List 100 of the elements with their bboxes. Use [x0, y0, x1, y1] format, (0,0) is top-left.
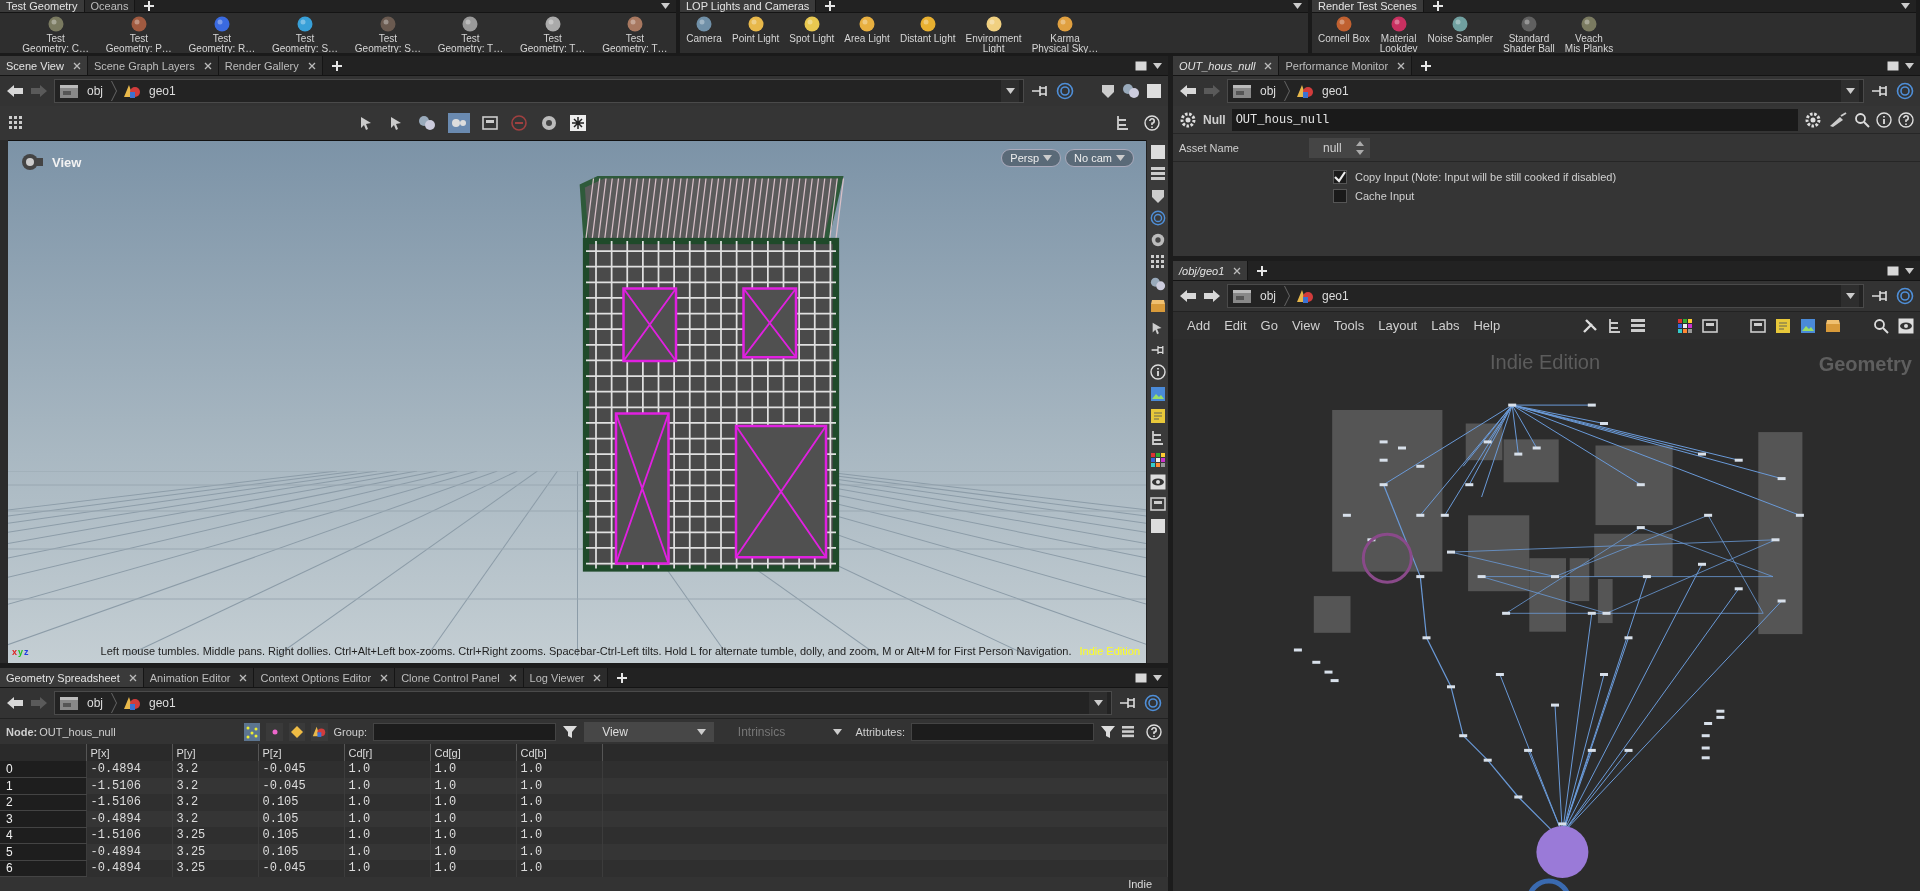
close-icon[interactable] — [72, 61, 81, 70]
vertices-toggle[interactable] — [266, 722, 283, 741]
plus-icon[interactable] — [1256, 264, 1269, 277]
path-crumb[interactable]: geo1 — [147, 696, 178, 710]
shelf-tool[interactable]: Standard Shader Ball — [1501, 15, 1557, 53]
maximize-icon[interactable] — [1887, 265, 1899, 276]
menu-item[interactable]: Add — [1187, 318, 1211, 333]
list-icon[interactable] — [1122, 724, 1135, 739]
tree-icon[interactable] — [1116, 115, 1130, 131]
view-dropdown[interactable]: View — [584, 721, 714, 742]
attributes-field[interactable] — [911, 722, 1095, 741]
target-icon[interactable] — [1896, 287, 1914, 305]
path-crumb[interactable]: obj — [85, 84, 105, 98]
spheres-icon[interactable] — [1122, 83, 1140, 99]
wrench-icon[interactable] — [1581, 316, 1599, 335]
filter-icon[interactable] — [562, 723, 579, 740]
help-icon[interactable] — [1898, 111, 1914, 128]
camera-menu-button[interactable]: No cam — [1065, 149, 1134, 167]
column-header[interactable]: Cd[b] — [516, 744, 602, 761]
caret-icon[interactable] — [1901, 3, 1910, 9]
forward-arrow-icon[interactable] — [1203, 288, 1221, 304]
path-crumb[interactable]: geo1 — [1320, 289, 1351, 303]
target-icon[interactable] — [1056, 82, 1074, 100]
menu-item[interactable]: View — [1291, 318, 1320, 333]
caret-icon[interactable] — [1845, 293, 1855, 299]
panel-tab[interactable]: OUT_hous_null — [1173, 56, 1280, 75]
menu-item[interactable]: Go — [1260, 318, 1278, 333]
shelf-tool[interactable]: Material Lookdev — [1377, 15, 1420, 53]
info-icon[interactable] — [1149, 364, 1166, 380]
column-header[interactable]: P[y] — [172, 744, 258, 761]
brush-icon[interactable] — [1828, 111, 1848, 128]
snowflake-icon[interactable] — [570, 115, 586, 131]
shelf-tool[interactable]: Area Light — [842, 15, 892, 44]
path-bar[interactable]: obj geo1 — [1227, 284, 1864, 308]
box-icon[interactable] — [1825, 317, 1841, 334]
image-icon[interactable] — [1149, 386, 1166, 402]
shelf-tool[interactable]: Point Light — [730, 15, 782, 44]
panel-tab[interactable]: Animation Editor — [143, 668, 255, 687]
box-icon[interactable] — [1149, 298, 1166, 314]
caret-icon[interactable] — [696, 728, 706, 735]
close-icon[interactable] — [380, 673, 389, 682]
column-header[interactable]: Cd[g] — [430, 744, 516, 761]
shelf-tool[interactable]: Camera — [684, 15, 724, 44]
panel-tab[interactable]: Oceans — [84, 0, 136, 12]
help-icon[interactable] — [1146, 723, 1163, 740]
caret-icon[interactable] — [1093, 700, 1103, 706]
eye-icon[interactable] — [1898, 317, 1914, 334]
back-arrow-icon[interactable] — [1179, 83, 1197, 99]
help-icon[interactable] — [1144, 115, 1160, 131]
panel-tab[interactable]: Render Gallery — [218, 56, 323, 75]
close-icon[interactable] — [593, 673, 602, 682]
path-bar[interactable]: obj geo1 — [54, 79, 1024, 103]
shelf-tool[interactable]: Cornell Box — [1316, 15, 1372, 44]
target-icon[interactable] — [1144, 694, 1162, 712]
menu-item[interactable]: Help — [1473, 318, 1501, 333]
path-bar[interactable]: obj geo1 — [54, 691, 1112, 715]
maximize-icon[interactable] — [1135, 672, 1147, 683]
panel-tab[interactable]: Context Options Editor — [254, 668, 396, 687]
caret-icon[interactable] — [661, 3, 670, 9]
caret-icon[interactable] — [1905, 62, 1914, 69]
asset-name-dropdown[interactable]: null — [1309, 137, 1370, 158]
gear-icon[interactable] — [1179, 110, 1197, 129]
back-arrow-icon[interactable] — [6, 695, 24, 711]
caret-icon[interactable] — [1005, 88, 1015, 94]
column-header[interactable]: Cd[r] — [344, 744, 430, 761]
close-icon[interactable] — [203, 61, 212, 70]
plus-icon[interactable] — [824, 0, 837, 12]
close-icon[interactable] — [239, 673, 248, 682]
panel-tab[interactable]: Clone Control Panel — [395, 668, 524, 687]
network-box-icon[interactable] — [482, 115, 498, 131]
path-crumb[interactable]: obj — [1258, 289, 1278, 303]
spheres-icon[interactable] — [418, 115, 436, 131]
menu-item[interactable]: Tools — [1333, 318, 1365, 333]
image-icon[interactable] — [1800, 317, 1816, 334]
close-icon[interactable] — [1264, 61, 1273, 70]
grid-menu-icon[interactable] — [1149, 254, 1166, 270]
plus-icon[interactable] — [1420, 59, 1433, 72]
plus-icon[interactable] — [143, 0, 156, 12]
pin-icon[interactable] — [1870, 289, 1890, 303]
info-icon[interactable] — [1876, 111, 1892, 128]
camera-menu-button[interactable]: Persp — [1001, 149, 1062, 167]
target-icon[interactable] — [1896, 82, 1914, 100]
target-icon[interactable] — [1149, 210, 1166, 226]
close-icon[interactable] — [128, 673, 137, 682]
panel-tab[interactable]: Log Viewer — [523, 668, 609, 687]
detail-toggle[interactable] — [311, 722, 328, 741]
sticky-note-icon[interactable] — [1149, 408, 1166, 424]
menu-item[interactable]: Labs — [1431, 318, 1460, 333]
view-camera-icon[interactable] — [20, 153, 44, 171]
primitives-toggle[interactable] — [288, 722, 306, 741]
path-crumb[interactable]: obj — [1258, 84, 1278, 98]
column-header[interactable]: P[z] — [258, 744, 344, 761]
tree-icon[interactable] — [1608, 317, 1622, 334]
pin-icon[interactable] — [1118, 696, 1138, 710]
square-icon[interactable] — [1149, 518, 1166, 534]
group-field[interactable] — [373, 722, 557, 741]
close-icon[interactable] — [1233, 266, 1242, 275]
maximize-icon[interactable] — [1887, 60, 1899, 71]
checkbox[interactable] — [1333, 170, 1347, 184]
grid-menu-icon[interactable] — [8, 115, 24, 131]
